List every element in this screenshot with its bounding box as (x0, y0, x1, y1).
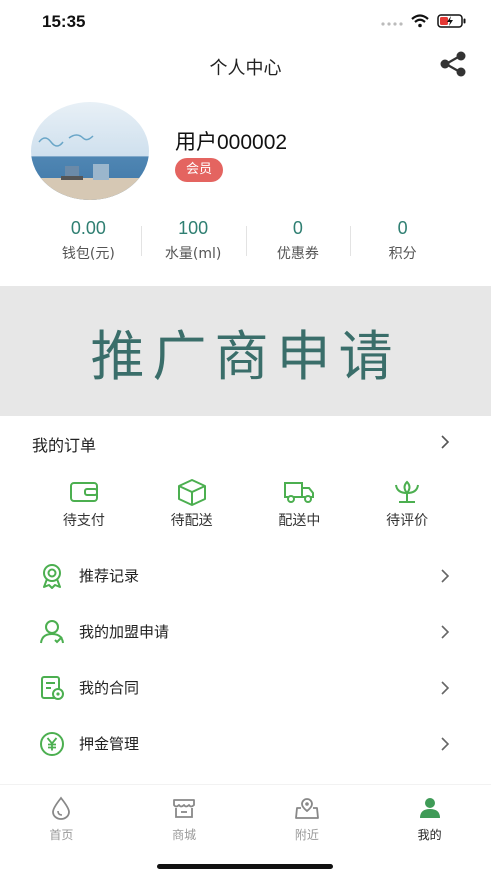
tab-nearby[interactable]: 附近 (246, 795, 369, 847)
order-label: 待配送 (170, 513, 213, 529)
profile-section: 用户000002 会员 (0, 96, 491, 206)
tab-label: 首页 (49, 828, 74, 842)
share-icon (439, 51, 467, 81)
page-title: 个人中心 (209, 58, 282, 79)
wallet-icon (68, 478, 100, 506)
battery-icon (437, 13, 467, 32)
status-bar: 15:35 (0, 0, 491, 44)
order-label: 配送中 (278, 513, 321, 529)
stat-wallet[interactable]: 0.00 钱包(元) (36, 218, 141, 270)
stat-value: 0.00 (70, 218, 106, 238)
member-badge: 会员 (175, 158, 224, 182)
stat-value: 0 (292, 218, 303, 238)
chevron-right-icon (439, 736, 451, 752)
order-pending-delivery[interactable]: 待配送 (138, 478, 246, 538)
order-pending-review[interactable]: 待评价 (353, 478, 461, 538)
avatar[interactable] (31, 102, 149, 200)
stat-label: 水量(ml) (164, 246, 222, 262)
tab-mine[interactable]: 我的 (368, 795, 491, 847)
store-icon (171, 795, 197, 821)
share-button[interactable] (437, 50, 469, 82)
signal-icon (381, 13, 403, 32)
menu-label: 推荐记录 (79, 567, 140, 585)
stat-water[interactable]: 100 水量(ml) (140, 218, 246, 270)
order-pending-payment[interactable]: 待支付 (30, 478, 138, 538)
menu-label: 我的加盟申请 (79, 623, 170, 641)
menu-item-my-contracts[interactable]: 我的合同 (0, 660, 491, 716)
tab-store[interactable]: 商城 (123, 795, 246, 847)
status-time: 15:35 (42, 12, 86, 31)
order-in-delivery[interactable]: 配送中 (246, 478, 354, 538)
menu-label: 押金管理 (79, 735, 140, 753)
tab-label: 商城 (172, 828, 197, 842)
username: 用户000002 (175, 131, 288, 154)
flower-icon (391, 478, 423, 506)
stat-label: 钱包(元) (61, 246, 115, 262)
stat-value: 0 (397, 218, 408, 238)
chevron-right-icon (439, 680, 451, 696)
chevron-right-icon (439, 434, 451, 450)
stat-coupons[interactable]: 0 优惠券 (245, 218, 351, 270)
home-indicator (157, 864, 333, 869)
chevron-right-icon (439, 568, 451, 584)
promo-text: 推广商申请 (90, 324, 401, 388)
location-icon (294, 795, 320, 821)
package-icon (176, 478, 208, 506)
tab-home[interactable]: 首页 (0, 795, 123, 847)
stat-label: 优惠券 (276, 246, 319, 262)
user-icon (38, 618, 66, 646)
nav-bar: 个人中心 (0, 44, 491, 88)
award-icon (38, 562, 66, 590)
stat-points[interactable]: 0 积分 (350, 218, 455, 270)
truck-icon (283, 478, 315, 506)
menu-item-referral-records[interactable]: 推荐记录 (0, 548, 491, 604)
order-label: 待评价 (386, 513, 429, 529)
my-orders-header[interactable]: 我的订单 (0, 424, 491, 460)
stat-label: 积分 (388, 246, 417, 262)
stats-row: 0.00 钱包(元) 100 水量(ml) 0 优惠券 0 积分 (0, 218, 491, 270)
person-icon (417, 795, 443, 821)
contract-icon (38, 674, 66, 702)
yen-icon (38, 730, 66, 758)
status-icons (381, 13, 467, 32)
promoter-application-banner[interactable]: 推广商申请 (0, 286, 491, 416)
menu-list: 推荐记录 我的加盟申请 我的合同 押金管理 (0, 548, 491, 772)
menu-item-franchise-application[interactable]: 我的加盟申请 (0, 604, 491, 660)
stat-value: 100 (178, 218, 209, 238)
wifi-icon (411, 13, 429, 32)
tab-label: 我的 (417, 828, 442, 842)
order-label: 待支付 (62, 513, 105, 529)
menu-item-deposit-management[interactable]: 押金管理 (0, 716, 491, 772)
orders-title: 我的订单 (32, 436, 97, 455)
chevron-right-icon (439, 624, 451, 640)
menu-label: 我的合同 (79, 679, 140, 697)
tab-label: 附近 (294, 828, 319, 842)
order-status-row: 待支付 待配送 配送中 待评价 (0, 478, 491, 538)
water-drop-icon (48, 795, 74, 821)
